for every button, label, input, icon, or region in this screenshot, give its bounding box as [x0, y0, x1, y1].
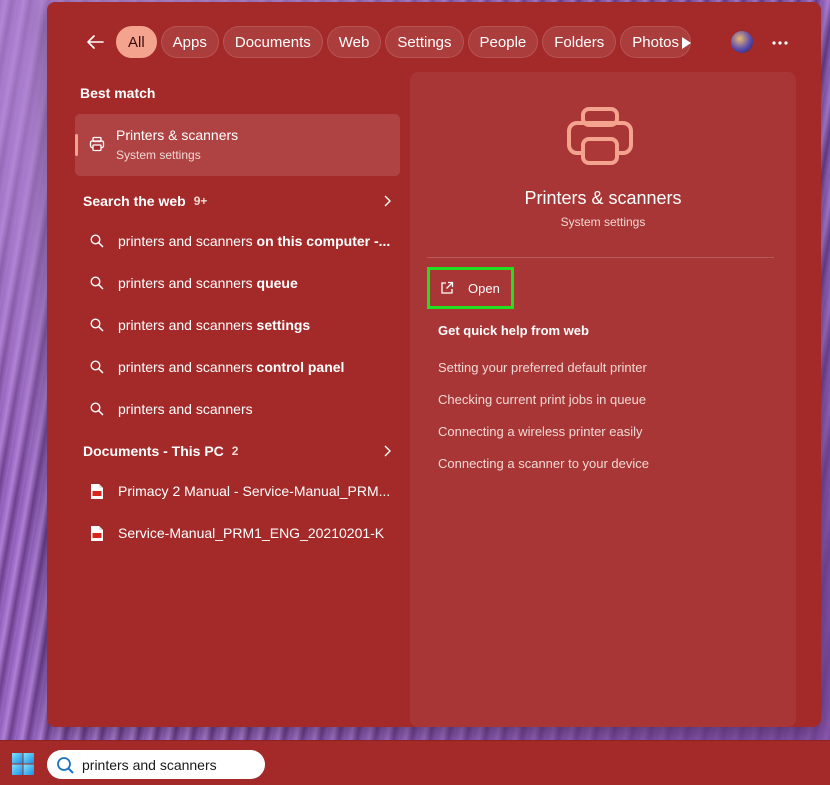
filter-tabs: All Apps Documents Web Settings People F… — [116, 26, 691, 60]
web-result-query: printers and scanners — [118, 401, 253, 417]
web-result-text: printers and scanners control panel — [118, 359, 344, 375]
avatar[interactable] — [731, 31, 753, 53]
open-button[interactable]: Open — [427, 267, 514, 309]
tab-folders[interactable]: Folders — [542, 26, 617, 58]
tab-settings[interactable]: Settings — [385, 26, 464, 58]
preview-title: Printers & scanners — [524, 188, 682, 208]
best-match-subtitle: System settings — [116, 148, 201, 162]
tab-people[interactable]: People — [467, 26, 539, 58]
search-icon — [57, 756, 74, 774]
search-icon — [89, 233, 105, 249]
open-button-label: Open — [468, 280, 500, 296]
divider — [427, 257, 774, 258]
document-name: Primacy 2 Manual - Service-Manual_PRM... — [118, 483, 391, 499]
documents-header[interactable]: Documents - This PC 2 — [75, 435, 400, 467]
preview-subtitle: System settings — [560, 215, 646, 229]
ellipsis-icon — [772, 41, 788, 45]
web-result-5[interactable]: printers and scanners — [75, 389, 400, 429]
back-button[interactable] — [83, 30, 107, 54]
search-icon — [89, 401, 105, 417]
search-web-count: 9+ — [193, 194, 208, 208]
chevron-right-icon — [384, 195, 391, 207]
web-result-4[interactable]: printers and scanners control panel — [75, 347, 400, 387]
more-options-button[interactable] — [770, 34, 790, 52]
start-button[interactable] — [11, 752, 35, 776]
web-result-suffix: control panel — [256, 359, 345, 375]
help-link-3[interactable]: Connecting a wireless printer easily — [438, 424, 642, 439]
document-name: Service-Manual_PRM1_ENG_20210201-K — [118, 525, 385, 541]
quick-help-heading: Get quick help from web — [438, 323, 589, 338]
tab-all[interactable]: All — [116, 26, 157, 58]
taskbar-search-box[interactable] — [47, 750, 265, 779]
web-result-suffix: settings — [256, 317, 311, 333]
tab-apps[interactable]: Apps — [160, 26, 219, 58]
selection-indicator — [75, 134, 78, 156]
web-result-text: printers and scanners on this computer -… — [118, 233, 390, 249]
arrow-left-icon — [87, 35, 104, 49]
web-result-1[interactable]: printers and scanners on this computer -… — [75, 221, 400, 261]
web-result-suffix: on this computer -... — [256, 233, 391, 249]
documents-label: Documents - This PC — [83, 443, 224, 459]
tab-web[interactable]: Web — [326, 26, 382, 58]
web-result-2[interactable]: printers and scanners queue — [75, 263, 400, 303]
more-tabs-button[interactable] — [677, 34, 695, 52]
windows-logo-icon — [12, 753, 34, 775]
open-external-icon — [441, 281, 454, 294]
document-result-1[interactable]: Primacy 2 Manual - Service-Manual_PRM... — [75, 471, 400, 511]
search-icon — [89, 359, 105, 375]
web-result-suffix: queue — [256, 275, 298, 291]
best-match-item[interactable]: Printers & scanners System settings — [75, 114, 400, 176]
help-link-1[interactable]: Setting your preferred default printer — [438, 360, 647, 375]
pdf-file-icon — [89, 525, 105, 541]
taskbar — [0, 740, 830, 785]
best-match-heading: Best match — [80, 85, 156, 101]
printer-icon — [89, 136, 105, 152]
document-result-2[interactable]: Service-Manual_PRM1_ENG_20210201-K — [75, 513, 400, 553]
web-result-query: printers and scanners — [118, 233, 257, 249]
pdf-file-icon — [89, 483, 105, 499]
documents-count: 2 — [231, 444, 239, 458]
web-result-query: printers and scanners — [118, 275, 257, 291]
search-web-label: Search the web — [83, 193, 186, 209]
web-result-text: printers and scanners queue — [118, 275, 298, 291]
web-result-query: printers and scanners — [118, 359, 257, 375]
help-link-2[interactable]: Checking current print jobs in queue — [438, 392, 646, 407]
search-web-header[interactable]: Search the web 9+ — [75, 185, 400, 217]
web-result-text: printers and scanners settings — [118, 317, 310, 333]
search-icon — [89, 317, 105, 333]
web-result-3[interactable]: printers and scanners settings — [75, 305, 400, 345]
printer-icon — [567, 107, 633, 165]
preview-pane: Printers & scanners System settings Open… — [410, 72, 796, 727]
web-result-text: printers and scanners — [118, 401, 253, 417]
help-link-4[interactable]: Connecting a scanner to your device — [438, 456, 649, 471]
web-result-query: printers and scanners — [118, 317, 257, 333]
search-input[interactable] — [82, 756, 252, 773]
search-flyout: All Apps Documents Web Settings People F… — [47, 2, 821, 727]
filter-bar: All Apps Documents Web Settings People F… — [47, 26, 821, 60]
chevron-right-icon — [384, 445, 391, 457]
best-match-title: Printers & scanners — [116, 127, 239, 143]
tab-documents[interactable]: Documents — [222, 26, 323, 58]
search-icon — [89, 275, 105, 291]
play-icon — [682, 37, 691, 49]
